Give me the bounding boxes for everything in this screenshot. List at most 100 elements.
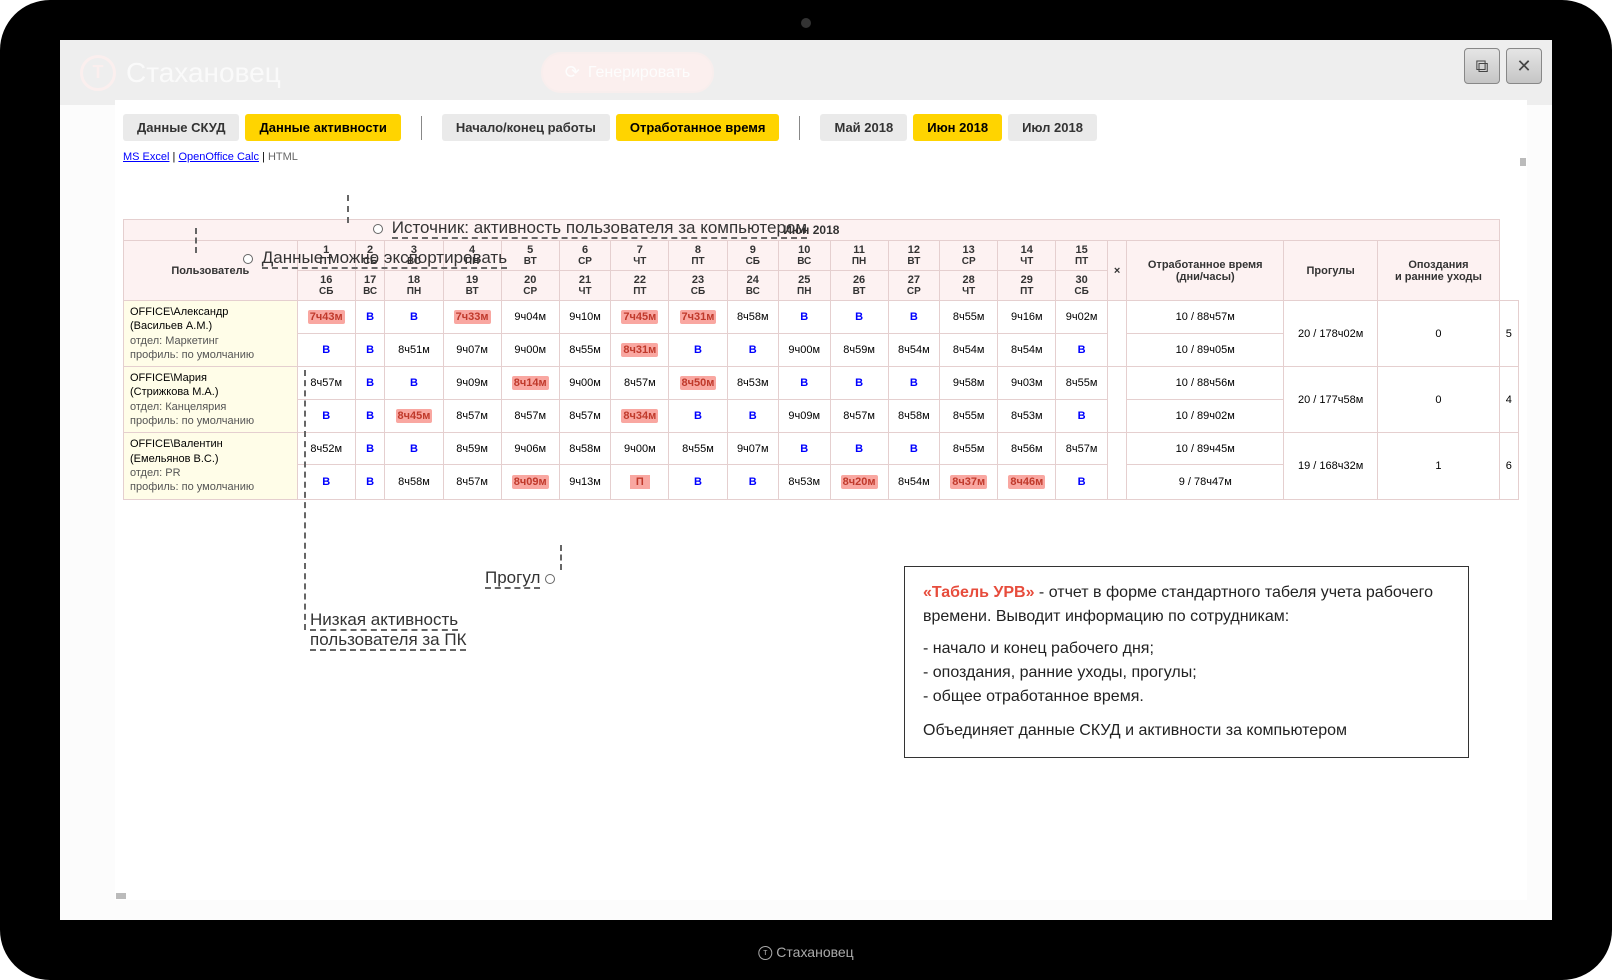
tab-начало/конец-работы[interactable]: Начало/конец работы	[442, 114, 610, 141]
annotation-connector	[347, 195, 349, 223]
time-cell: 9ч10м	[559, 301, 610, 334]
time-cell: 9ч00м	[611, 433, 669, 464]
day-header: 26ВТ	[830, 271, 888, 301]
day-header: 30СБ	[1056, 271, 1107, 301]
scrollbar-v[interactable]	[1520, 158, 1526, 166]
time-cell: 9ч03м	[998, 367, 1056, 400]
tab-июн-2018[interactable]: Июн 2018	[913, 114, 1002, 141]
time-cell: В	[385, 367, 443, 400]
time-cell: В	[385, 433, 443, 464]
time-cell: В	[355, 367, 385, 400]
annotation-low-activity: Низкая активность пользователя за ПК	[310, 610, 510, 650]
info-box: «Табель УРВ» - отчет в форме стандартног…	[904, 566, 1469, 758]
day-header: 12ВТ	[888, 241, 939, 271]
time-cell: 8ч53м	[727, 367, 778, 400]
time-cell: В	[830, 433, 888, 464]
time-cell: 8ч57м	[443, 464, 501, 499]
day-header: 28ЧТ	[940, 271, 998, 301]
time-cell: В	[385, 301, 443, 334]
tab-данные-активности[interactable]: Данные активности	[245, 114, 400, 141]
time-cell: В	[355, 433, 385, 464]
late-cell: 4	[1499, 367, 1518, 433]
time-cell: 7ч43м	[297, 301, 355, 334]
time-cell: 7ч31м	[669, 301, 727, 334]
time-cell: 9ч09м	[779, 400, 830, 433]
late-cell: 5	[1499, 301, 1518, 367]
tab-отработанное-время[interactable]: Отработанное время	[616, 114, 780, 141]
tab-данные-скуд[interactable]: Данные СКУД	[123, 114, 239, 141]
tab-май-2018[interactable]: Май 2018	[820, 114, 907, 141]
day-header: 23СБ	[669, 271, 727, 301]
time-cell: 8ч51м	[385, 334, 443, 367]
worked-header: Отработанное время (дни/часы)	[1127, 241, 1284, 301]
time-cell: В	[669, 334, 727, 367]
time-cell: В	[297, 334, 355, 367]
time-cell: 7ч45м	[611, 301, 669, 334]
day-header: 17ВС	[355, 271, 385, 301]
time-cell: 9ч09м	[443, 367, 501, 400]
time-cell: 9ч00м	[501, 334, 559, 367]
user-cell: OFFICE\Александр(Васильев А.М.)отдел: Ма…	[124, 301, 298, 367]
total-cell: 20 / 178ч02м	[1284, 301, 1378, 367]
time-cell: 8ч55м	[1056, 367, 1107, 400]
time-cell: 8ч54м	[888, 464, 939, 499]
day-header: 10ВС	[779, 241, 830, 271]
info-title: «Табель УРВ»	[923, 584, 1034, 601]
day-header: 25ПН	[779, 271, 830, 301]
time-cell: 8ч59м	[443, 433, 501, 464]
day-header: 21ЧТ	[559, 271, 610, 301]
time-cell: 8ч58м	[727, 301, 778, 334]
time-cell: 8ч56м	[998, 433, 1056, 464]
time-cell: 8ч57м	[559, 400, 610, 433]
day-header: 13СР	[940, 241, 998, 271]
time-cell: 9ч07м	[443, 334, 501, 367]
time-cell: 8ч55м	[940, 433, 998, 464]
table-row: OFFICE\Валентин(Емельянов В.С.)отдел: PR…	[124, 433, 1519, 464]
user-cell: OFFICE\Мария(Стрижкова М.А.)отдел: Канце…	[124, 367, 298, 433]
time-cell: В	[1056, 334, 1107, 367]
day-header: 22ПТ	[611, 271, 669, 301]
time-cell: 8ч57м	[501, 400, 559, 433]
export-ooo-link[interactable]: OpenOffice Calc	[178, 151, 259, 163]
day-header: 7ЧТ	[611, 241, 669, 271]
time-cell: В	[355, 334, 385, 367]
annotation-export: Данные можно экспортировать	[243, 248, 507, 268]
time-cell: 8ч57м	[443, 400, 501, 433]
annotation-source: Источник: активность пользователя за ком…	[373, 218, 807, 238]
close-button[interactable]: ✕	[1506, 48, 1542, 84]
tab-июл-2018[interactable]: Июл 2018	[1008, 114, 1097, 141]
tablet-camera	[801, 18, 811, 28]
annotation-connector	[304, 370, 306, 630]
x-column-header: ×	[1107, 241, 1127, 301]
export-excel-link[interactable]: MS Excel	[123, 151, 169, 163]
time-cell: 8ч57м	[611, 367, 669, 400]
annotation-progul: Прогул	[485, 568, 559, 588]
time-cell: 8ч55м	[669, 433, 727, 464]
time-cell: 8ч50м	[669, 367, 727, 400]
time-cell: В	[727, 334, 778, 367]
time-cell: 8ч54м	[888, 334, 939, 367]
time-cell: В	[355, 400, 385, 433]
day-header: 19ВТ	[443, 271, 501, 301]
table-row: OFFICE\Александр(Васильев А.М.)отдел: Ма…	[124, 301, 1519, 334]
day-header: 15ПТ	[1056, 241, 1107, 271]
row-summary: 10 / 88ч57м	[1127, 301, 1284, 334]
time-cell: 9ч07м	[727, 433, 778, 464]
annotation-connector	[560, 545, 562, 570]
day-header: 18ПН	[385, 271, 443, 301]
day-header: 29ПТ	[998, 271, 1056, 301]
skips-header: Прогулы	[1284, 241, 1378, 301]
time-cell: В	[779, 367, 830, 400]
tablet-brand: тСтахановец	[758, 944, 853, 960]
time-cell: 8ч31м	[611, 334, 669, 367]
modal-content: Данные СКУДДанные активности Начало/коне…	[115, 100, 1527, 900]
month-header: Июн 2018	[124, 220, 1500, 241]
maximize-button[interactable]: ⧉	[1464, 48, 1500, 84]
x-cell	[1107, 367, 1127, 433]
day-header: 6СР	[559, 241, 610, 271]
scrollbar-h[interactable]	[116, 893, 126, 899]
row-summary: 10 / 89ч02м	[1127, 400, 1284, 433]
time-cell: В	[888, 367, 939, 400]
row-summary: 10 / 88ч56м	[1127, 367, 1284, 400]
time-cell: 9ч58м	[940, 367, 998, 400]
